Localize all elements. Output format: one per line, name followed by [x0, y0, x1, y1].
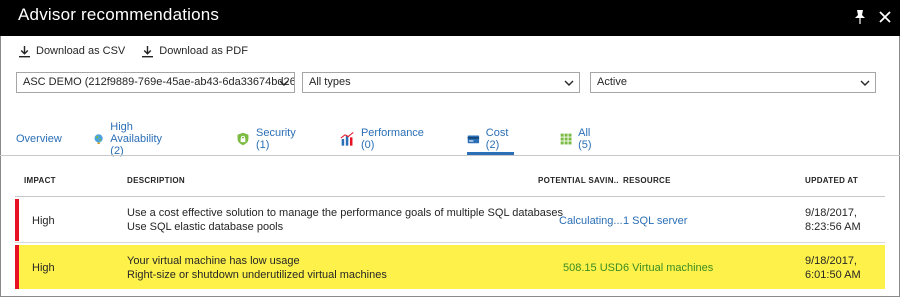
close-icon[interactable] — [876, 7, 894, 27]
updated-date: 9/18/2017, — [805, 207, 857, 219]
tab-cost-label: Cost (2) — [485, 127, 509, 151]
command-bar: Download as CSV Download as PDF — [18, 42, 264, 60]
blade-title-bar: Advisor recommendations — [0, 0, 900, 36]
download-icon — [19, 45, 30, 57]
download-icon — [142, 45, 154, 57]
chevron-down-icon — [279, 80, 289, 86]
potential-savings-value: Calculating... — [559, 215, 623, 227]
tab-high-availability[interactable]: High Availability (2) — [93, 121, 169, 157]
download-csv-button[interactable]: Download as CSV — [18, 45, 125, 58]
bar-chart-icon — [340, 131, 354, 146]
impact-high-indicator — [15, 199, 19, 241]
download-pdf-label: Download as PDF — [159, 45, 248, 57]
download-pdf-button[interactable]: Download as PDF — [141, 45, 248, 58]
tab-performance-label: Performance (0) — [360, 127, 424, 151]
column-header-resource[interactable]: RESOURCE — [623, 176, 671, 185]
globe-icon — [94, 134, 103, 145]
resource-link[interactable]: 6 Virtual machines — [623, 261, 713, 275]
credit-card-icon — [467, 135, 480, 144]
status-value: Active — [597, 76, 627, 88]
download-csv-label: Download as CSV — [36, 45, 126, 57]
resource-link[interactable]: 1 SQL server — [623, 214, 687, 228]
chevron-down-icon — [860, 80, 870, 86]
description-title: Your virtual machine has low usage — [127, 255, 300, 267]
status-dropdown[interactable]: Active — [590, 72, 876, 93]
tab-security-label: Security (1) — [256, 127, 296, 151]
tab-high-availability-label: High Availability (2) — [110, 121, 163, 157]
column-header-impact[interactable]: IMPACT — [24, 176, 56, 185]
subscription-value: ASC DEMO (212f9889-769e-45ae-ab43-6da336… — [23, 76, 295, 88]
description-title: Use a cost effective solution to manage … — [127, 207, 563, 219]
tab-all-label: All (5) — [578, 127, 592, 151]
tab-overview[interactable]: Overview — [16, 124, 62, 154]
updated-time: 6:01:50 AM — [805, 269, 861, 281]
column-header-updated-at[interactable]: UPDATED AT — [805, 176, 858, 185]
type-value: All types — [309, 76, 351, 88]
impact-value: High — [32, 215, 55, 227]
column-header-potential-savings[interactable]: POTENTIAL SAVIN... — [538, 176, 618, 185]
subscription-dropdown[interactable]: ASC DEMO (212f9889-769e-45ae-ab43-6da336… — [16, 72, 295, 93]
pin-icon[interactable] — [852, 7, 868, 27]
tab-all[interactable]: All (5) — [560, 124, 597, 154]
chevron-down-icon — [564, 80, 574, 86]
blade-title: Advisor recommendations — [18, 5, 220, 24]
description-action: Use SQL elastic database pools — [127, 221, 284, 233]
table-row[interactable]: High Your virtual machine has low usage … — [15, 245, 885, 289]
description-action: Right-size or shutdown underutilized vir… — [127, 269, 387, 281]
tab-security[interactable]: Security (1) — [236, 124, 300, 154]
type-dropdown[interactable]: All types — [302, 72, 580, 93]
shield-lock-icon — [237, 132, 249, 146]
tab-overview-label: Overview — [16, 133, 62, 145]
grid-icon — [560, 133, 572, 145]
tab-performance[interactable]: Performance (0) — [340, 124, 427, 154]
table-row[interactable]: High Use a cost effective solution to ma… — [15, 199, 885, 241]
table-header: IMPACT DESCRIPTION POTENTIAL SAVIN... RE… — [0, 172, 900, 190]
tab-cost[interactable]: Cost (2) — [467, 124, 514, 155]
updated-date: 9/18/2017, — [805, 255, 857, 267]
tabs-divider — [0, 155, 900, 156]
impact-value: High — [32, 262, 55, 274]
impact-high-indicator — [15, 245, 19, 289]
potential-savings-value: 508.15 USD — [563, 262, 623, 274]
row-divider — [15, 242, 885, 243]
header-divider — [15, 196, 885, 197]
updated-time: 8:23:56 AM — [805, 221, 861, 233]
column-header-description[interactable]: DESCRIPTION — [127, 176, 185, 185]
